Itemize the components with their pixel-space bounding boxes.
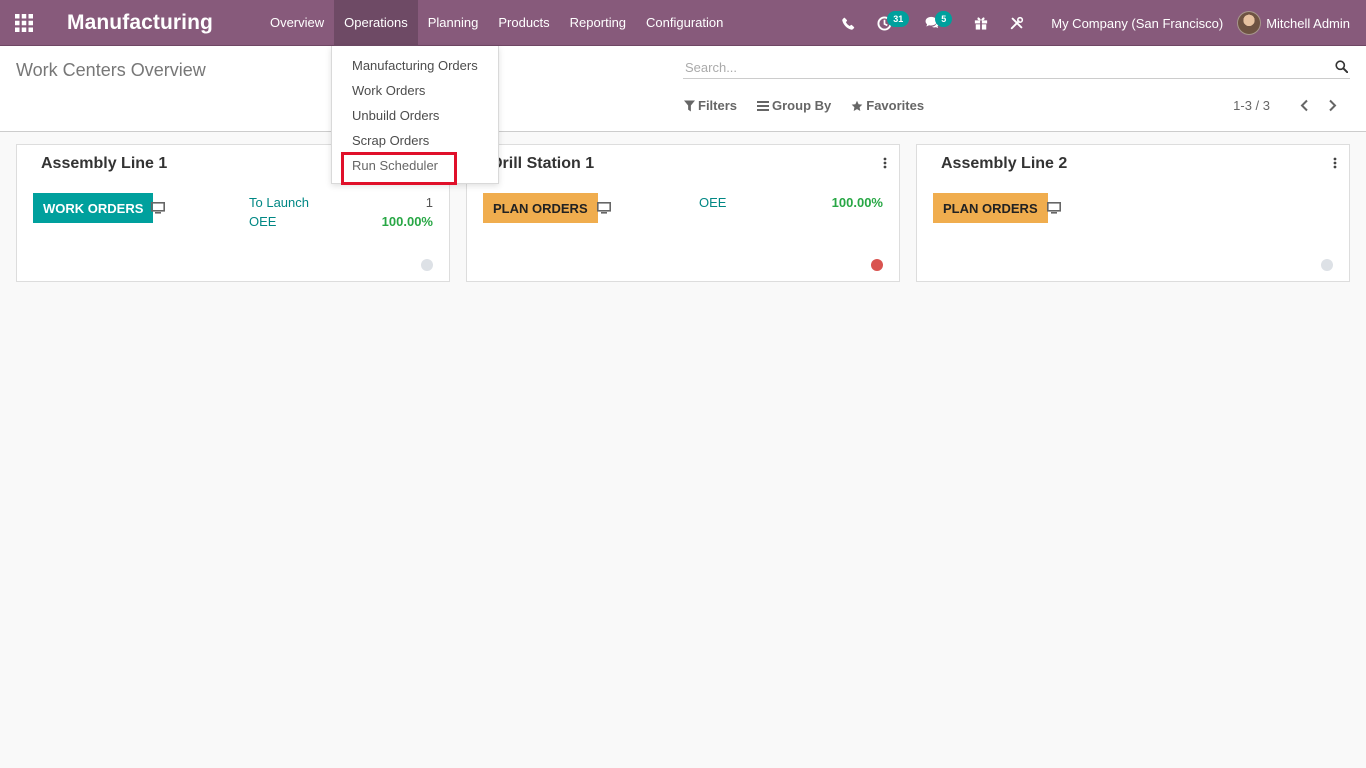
run-scheduler-label: Run Scheduler (352, 158, 438, 173)
dropdown-item-scrap-orders[interactable]: Scrap Orders (332, 128, 498, 153)
favorites-button[interactable]: Favorites (851, 98, 924, 113)
gift-icon[interactable] (963, 0, 999, 46)
list-icon (757, 100, 770, 111)
user-avatar (1237, 11, 1262, 35)
systray: 31 5 My Company (San Francisco) Mitchell… (831, 0, 1366, 46)
stat-to-launch[interactable]: To Launch 1 (249, 195, 433, 214)
group-by-button[interactable]: Group By (757, 98, 831, 113)
pager: 1-3 / 3 (1233, 98, 1342, 113)
filter-icon (684, 100, 695, 111)
filters-label: Filters (698, 98, 738, 113)
user-name: Mitchell Admin (1266, 15, 1350, 31)
menu-overview[interactable]: Overview (260, 0, 334, 46)
messages-icon[interactable]: 5 (914, 0, 963, 46)
favorites-label: Favorites (866, 98, 925, 113)
stat-label[interactable]: OEE (249, 214, 276, 233)
dropdown-item-run-scheduler[interactable]: Run Scheduler (332, 152, 498, 185)
activity-clock-icon[interactable]: 31 (866, 0, 914, 46)
stat-value: 100.00% (831, 195, 883, 210)
dropdown-item-manufacturing-orders[interactable]: Manufacturing Orders (332, 53, 498, 78)
stat-value: 100.00% (381, 214, 433, 229)
workcenter-card[interactable]: Assembly Line 2 PLAN ORDERS (916, 144, 1350, 282)
status-dot[interactable] (421, 259, 433, 271)
card-title: Drill Station 1 (491, 155, 595, 172)
user-menu[interactable]: Mitchell Admin (1237, 11, 1366, 35)
search-icon[interactable] (1335, 60, 1349, 76)
plan-orders-button[interactable]: PLAN ORDERS (483, 193, 598, 223)
search-bar (683, 57, 1350, 79)
card-dropdown-icon[interactable] (883, 157, 887, 172)
stat-label[interactable]: OEE (699, 195, 726, 214)
top-menu: Overview Operations Planning Products Re… (260, 0, 733, 46)
operations-dropdown: Manufacturing Orders Work Orders Unbuild… (331, 46, 499, 185)
filters-button[interactable]: Filters (684, 98, 737, 113)
activity-count-badge: 31 (887, 11, 910, 27)
control-panel: Work Centers Overview Filters Group By F… (0, 46, 1366, 132)
workcenter-card[interactable]: Drill Station 1 PLAN ORDERS OEE 100.00% (466, 144, 900, 282)
star-icon (851, 100, 863, 111)
desktop-icon[interactable] (151, 202, 165, 217)
group-by-label: Group By (772, 98, 832, 113)
menu-products[interactable]: Products (488, 0, 559, 46)
status-dot[interactable] (871, 259, 883, 271)
search-input[interactable] (683, 57, 1323, 77)
app-brand[interactable]: Manufacturing (48, 11, 223, 35)
status-dot[interactable] (1321, 259, 1333, 271)
dropdown-item-unbuild-orders[interactable]: Unbuild Orders (332, 103, 498, 128)
search-options: Filters Group By Favorites (684, 98, 944, 113)
phone-icon[interactable] (831, 0, 866, 46)
menu-reporting[interactable]: Reporting (560, 0, 636, 46)
page-title: Work Centers Overview (16, 60, 206, 80)
pager-value[interactable]: 1-3 / 3 (1233, 98, 1270, 113)
menu-planning[interactable]: Planning (418, 0, 489, 46)
stat-oee[interactable]: OEE 100.00% (249, 214, 433, 233)
messages-count-badge: 5 (935, 11, 953, 27)
card-title: Assembly Line 2 (941, 155, 1068, 172)
main-navbar: Manufacturing Overview Operations Planni… (0, 0, 1366, 46)
company-switcher[interactable]: My Company (San Francisco) (1035, 16, 1237, 31)
card-stats: To Launch 1 OEE 100.00% (249, 195, 433, 233)
menu-configuration[interactable]: Configuration (636, 0, 733, 46)
pager-next-icon[interactable] (1322, 99, 1342, 112)
card-dropdown-icon[interactable] (1333, 157, 1337, 172)
stat-label[interactable]: To Launch (249, 195, 309, 214)
card-title: Assembly Line 1 (41, 155, 168, 172)
plan-orders-button[interactable]: PLAN ORDERS (933, 193, 1048, 223)
debug-tools-icon[interactable] (999, 0, 1035, 46)
apps-menu-icon[interactable] (0, 0, 48, 46)
desktop-icon[interactable] (597, 202, 611, 217)
dropdown-item-work-orders[interactable]: Work Orders (332, 78, 498, 103)
work-orders-button[interactable]: WORK ORDERS (33, 193, 154, 223)
stat-oee[interactable]: OEE 100.00% (699, 195, 883, 214)
stat-value: 1 (425, 195, 433, 210)
menu-operations[interactable]: Operations (334, 0, 418, 46)
pager-previous-icon[interactable] (1294, 99, 1314, 112)
card-stats: OEE 100.00% (699, 195, 883, 214)
desktop-icon[interactable] (1047, 202, 1061, 217)
